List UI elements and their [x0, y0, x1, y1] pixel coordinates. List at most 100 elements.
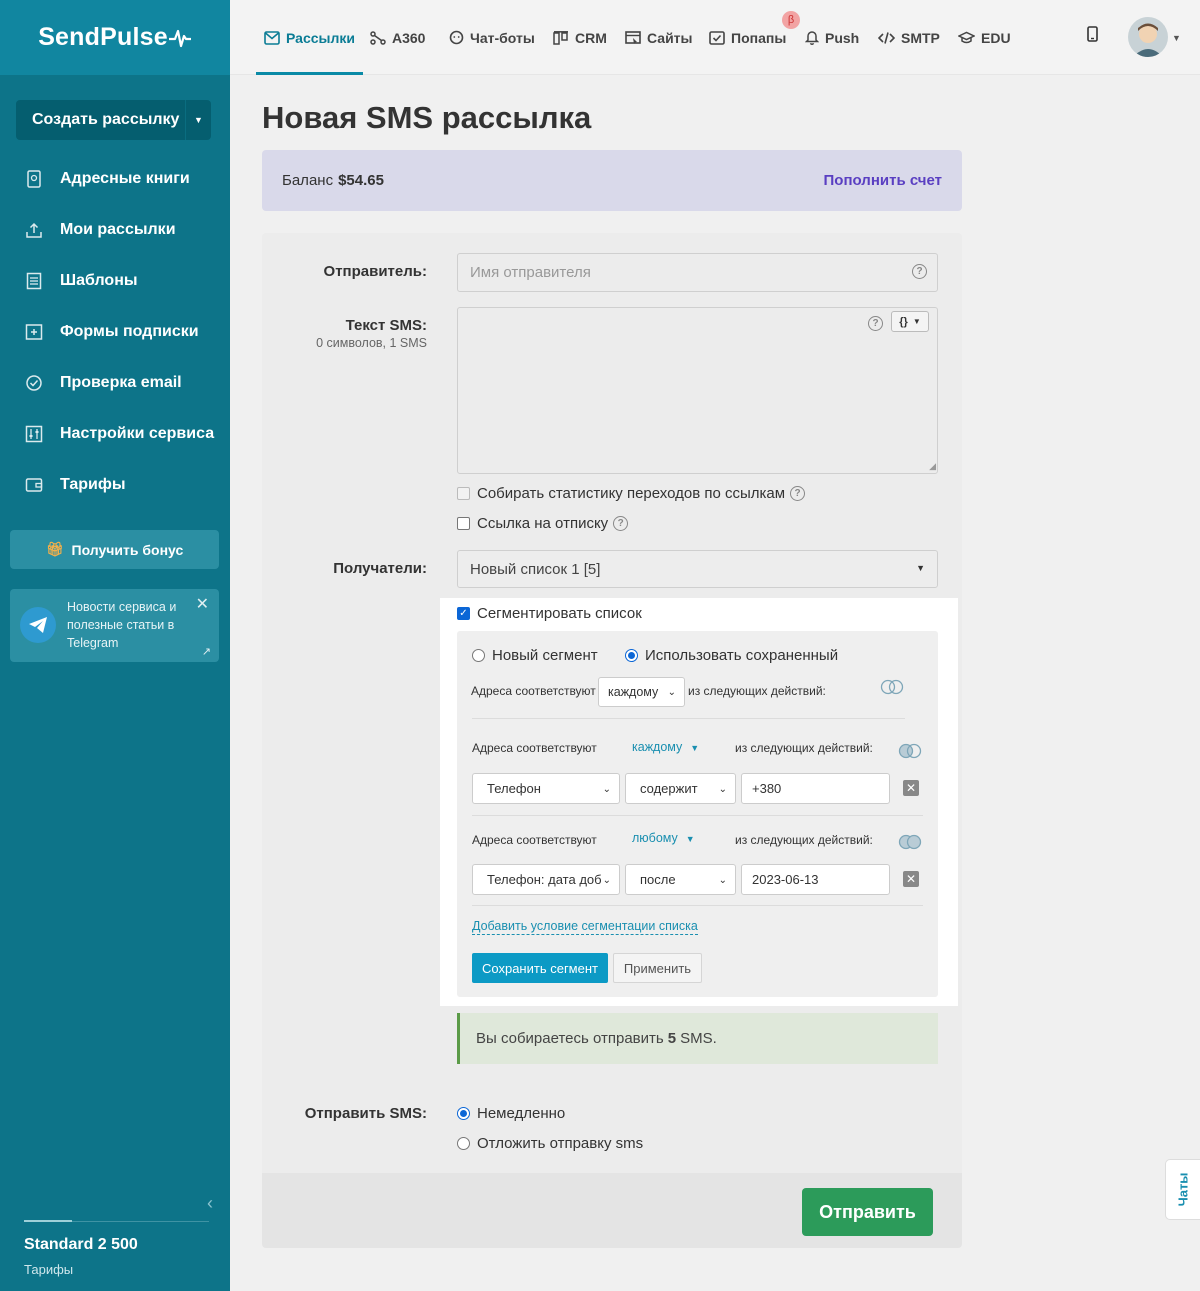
plan-link[interactable]: Тарифы [24, 1262, 73, 1277]
group-2-match-dropdown[interactable]: любому ▼ [632, 831, 695, 845]
segment-checkbox-label: Сегментировать список [477, 605, 642, 622]
help-icon[interactable]: ? [912, 264, 927, 279]
get-bonus-button[interactable]: 🎁︎ Получить бонус [10, 530, 219, 569]
notice-suffix: SMS. [680, 1030, 717, 1047]
collapse-sidebar-icon[interactable]: ‹ [207, 1193, 213, 1214]
group-2-field-select[interactable]: Телефон: дата доб ⌄ [472, 864, 620, 895]
tab-popups[interactable]: Попапы [709, 0, 786, 75]
sidebar-item-address-books[interactable]: Адресные книги [0, 153, 230, 204]
external-link-icon[interactable]: ↗ [202, 645, 211, 658]
track-links-checkbox[interactable]: Собирать статистику переходов по ссылкам… [457, 485, 806, 502]
sidebar-item-pricing[interactable]: Тарифы [0, 459, 230, 510]
chevron-down-icon: ⌄ [718, 783, 727, 795]
plan-name: Standard 2 500 [24, 1236, 138, 1253]
use-saved-radio[interactable]: Использовать сохраненный [625, 647, 838, 664]
logo-text: SendPulse [38, 23, 168, 51]
checkbox-icon[interactable] [457, 487, 470, 500]
envelope-icon [264, 30, 280, 45]
help-icon[interactable]: ? [790, 486, 806, 501]
recipients-label: Получатели: [333, 560, 427, 577]
venn-toggle-icon[interactable] [897, 743, 925, 759]
close-icon[interactable]: ✕ [196, 594, 209, 614]
radio-selected-icon[interactable] [457, 1107, 470, 1120]
use-saved-label: Использовать сохраненный [645, 647, 839, 664]
segment-checkbox[interactable]: ✓ Сегментировать список [457, 605, 642, 622]
create-campaign-button[interactable]: Создать рассылку ▼ [16, 100, 211, 140]
venn-toggle-icon[interactable] [897, 834, 925, 850]
topup-link[interactable]: Пополнить счет [824, 172, 943, 189]
sidebar-item-settings[interactable]: Настройки сервиса [0, 408, 230, 459]
tab-label: EDU [981, 29, 1011, 46]
top-rule-select[interactable]: каждому ⌄ [598, 677, 685, 707]
email-check-icon [24, 373, 44, 393]
tab-campaigns[interactable]: Рассылки [256, 0, 363, 75]
tab-smtp[interactable]: SMTP [878, 0, 940, 75]
submit-send-button[interactable]: Отправить [802, 1188, 933, 1236]
group-1-prefix: Адреса соответствуют [472, 741, 597, 755]
top-rule-select-value: каждому [608, 685, 659, 699]
radio-icon[interactable] [457, 1137, 470, 1150]
unsubscribe-link-checkbox[interactable]: Ссылка на отписку ? [457, 515, 629, 532]
resize-handle-icon[interactable]: ◢ [929, 461, 936, 472]
radio-icon[interactable] [472, 649, 485, 662]
sidebar-item-label: Настройки сервиса [60, 424, 215, 442]
group-2-operator-select[interactable]: после ⌄ [625, 864, 736, 895]
send-later-radio[interactable]: Отложить отправку sms [457, 1135, 643, 1152]
avatar[interactable] [1128, 17, 1168, 57]
help-icon[interactable]: ? [613, 516, 629, 531]
sidebar-item-forms[interactable]: Формы подписки [0, 306, 230, 357]
balance-label: Баланс [282, 172, 334, 189]
checkbox-icon[interactable] [457, 517, 470, 530]
chats-tab-label: Чаты [1175, 1172, 1191, 1207]
balance-bar: Баланс $54.65 Пополнить счет [262, 150, 962, 211]
tab-push[interactable]: Push [805, 0, 859, 75]
group-1-value-input[interactable]: +380 [741, 773, 890, 804]
group-1-match-dropdown[interactable]: каждому ▼ [632, 740, 699, 754]
help-icon[interactable]: ? [868, 316, 883, 331]
send-count-notice: Вы собираетесь отправить 5 SMS. [457, 1013, 938, 1064]
tab-sites[interactable]: Сайты [625, 0, 693, 75]
sidebar-item-email-check[interactable]: Проверка email [0, 357, 230, 408]
sidebar-item-campaigns[interactable]: Мои рассылки [0, 204, 230, 255]
apply-button[interactable]: Применить [613, 953, 702, 983]
sidebar: SendPulse Создать рассылку ▼ Адресные кн… [0, 0, 230, 1291]
new-segment-radio[interactable]: Новый сегмент [472, 647, 598, 664]
add-condition-link[interactable]: Добавить условие сегментации списка [472, 919, 698, 935]
remove-condition-icon[interactable]: ✕ [903, 780, 919, 796]
sidebar-item-label: Мои рассылки [60, 220, 176, 238]
tab-edu[interactable]: EDU [958, 0, 1011, 75]
forms-icon [24, 322, 44, 342]
sender-field[interactable]: Имя отправителя ? [457, 253, 938, 292]
sms-text-area[interactable]: ? {} ▼ ◢ [457, 307, 938, 474]
sender-label: Отправитель: [323, 263, 427, 280]
venn-toggle-icon[interactable] [879, 679, 907, 695]
tab-a360[interactable]: A360 [370, 0, 425, 75]
tab-label: Push [825, 29, 860, 46]
caret-down-icon: ▼ [916, 563, 925, 573]
group-1-operator-select[interactable]: содержит ⌄ [625, 773, 736, 804]
page-title: Новая SMS рассылка [262, 100, 592, 135]
group-2-value-input[interactable]: 2023-06-13 [741, 864, 890, 895]
caret-down-icon[interactable]: ▼ [185, 100, 211, 140]
checkbox-checked-icon[interactable]: ✓ [457, 607, 470, 620]
chats-tab[interactable]: Чаты [1165, 1159, 1200, 1220]
sms-text-label: Текст SMS: [345, 317, 427, 334]
send-now-radio[interactable]: Немедленно [457, 1105, 565, 1122]
tab-chatbots[interactable]: Чат-боты [449, 0, 535, 75]
telegram-card[interactable]: Новости сервиса и полезные статьи в Tele… [10, 589, 219, 662]
radio-selected-icon[interactable] [625, 649, 638, 662]
remove-condition-icon[interactable]: ✕ [903, 871, 919, 887]
mobile-app-icon[interactable] [1087, 26, 1098, 47]
variables-button[interactable]: {} ▼ [891, 311, 929, 332]
save-segment-button[interactable]: Сохранить сегмент [472, 953, 608, 983]
chevron-down-icon: ⌄ [602, 783, 611, 795]
sidebar-nav: Адресные книги Мои рассылки Шаблоны Форм… [0, 153, 230, 510]
recipients-select[interactable]: Новый список 1 [5] ▼ [457, 550, 938, 588]
group-1-field-select[interactable]: Телефон ⌄ [472, 773, 620, 804]
tab-crm[interactable]: CRM [553, 0, 607, 75]
sidebar-item-templates[interactable]: Шаблоны [0, 255, 230, 306]
caret-down-icon[interactable]: ▼ [1172, 33, 1181, 43]
send-now-label: Немедленно [477, 1105, 566, 1122]
templates-icon [24, 271, 44, 291]
logo[interactable]: SendPulse [0, 0, 230, 75]
